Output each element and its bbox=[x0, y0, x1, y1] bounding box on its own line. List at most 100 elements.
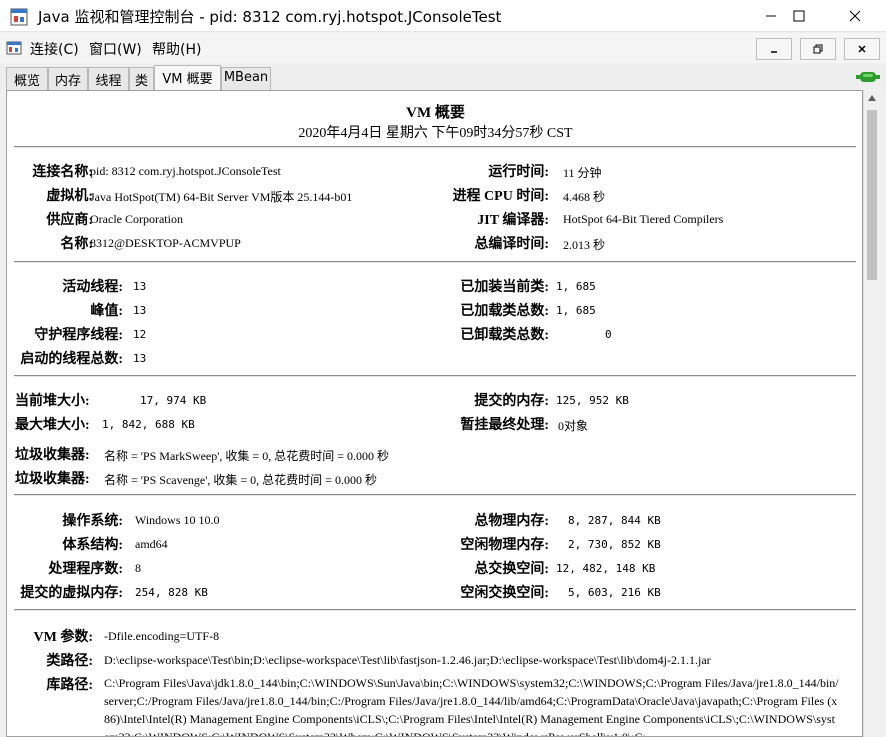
live-threads-label: 活动线程: bbox=[62, 280, 123, 295]
total-classes-unloaded-label: 已卸载类总数: bbox=[460, 328, 549, 343]
gc-value: 名称 = 'PS MarkSweep', 收集 = 0, 总花费时间 = 0.0… bbox=[104, 449, 389, 463]
daemon-threads-label: 守护程序线程: bbox=[34, 328, 123, 343]
vm-value: Java HotSpot(TM) 64-Bit Server VM版本 25.1… bbox=[90, 190, 353, 204]
summary-timestamp: 2020年4月4日 星期六 下午09时34分57秒 CST bbox=[298, 126, 573, 141]
uptime-value: 11 分钟 bbox=[563, 166, 602, 180]
architecture-label: 体系结构: bbox=[62, 538, 123, 553]
free-swap-space-value: 5, 603, 216 KB bbox=[568, 586, 661, 599]
section-divider bbox=[14, 609, 856, 611]
live-threads-value: 13 bbox=[133, 280, 147, 293]
tab-mbean[interactable]: MBean bbox=[221, 67, 271, 90]
library-path-label: 库路径: bbox=[46, 678, 93, 693]
total-swap-space-label: 总交换空间: bbox=[474, 562, 549, 577]
scroll-up-arrow-icon[interactable] bbox=[867, 94, 877, 102]
gc-label: 垃圾收集器: bbox=[15, 472, 90, 487]
total-physical-memory-label: 总物理内存: bbox=[474, 514, 549, 529]
pending-finalization-value: 0对象 bbox=[558, 419, 589, 433]
processors-value: 8 bbox=[135, 561, 141, 575]
tab-bar: 概览 内存 线程 类 VM 概要 MBean bbox=[0, 64, 886, 91]
current-classes-loaded-value: 1, 685 bbox=[556, 280, 596, 293]
connection-name-value: pid: 8312 com.ryj.hotspot.JConsoleTest bbox=[90, 164, 281, 178]
total-compile-time-value: 2.013 秒 bbox=[563, 238, 606, 252]
vm-summary-panel: VM 概要 2020年4月4日 星期六 下午09时34分57秒 CST 连接名称… bbox=[6, 90, 863, 737]
committed-memory-label: 提交的内存: bbox=[474, 394, 549, 409]
max-heap-size-value: 1, 842, 688 KB bbox=[102, 418, 195, 431]
frame-minimize-button[interactable] bbox=[756, 38, 792, 60]
minimize-icon bbox=[771, 51, 777, 53]
section-divider bbox=[14, 375, 856, 377]
committed-memory-value: 125, 952 KB bbox=[556, 394, 629, 407]
vendor-label: 供应商: bbox=[46, 213, 93, 228]
window-close-button[interactable] bbox=[832, 0, 878, 32]
daemon-threads-value: 12 bbox=[133, 328, 147, 341]
tab-overview[interactable]: 概览 bbox=[6, 67, 48, 90]
os-value: Windows 10 10.0 bbox=[135, 513, 220, 527]
close-icon bbox=[849, 10, 861, 22]
library-path-value: C:\Program Files\Java\jdk1.8.0_144\bin;C… bbox=[104, 676, 839, 737]
max-heap-size-label: 最大堆大小: bbox=[15, 418, 90, 433]
vendor-value: Oracle Corporation bbox=[90, 212, 183, 226]
total-physical-memory-value: 8, 287, 844 KB bbox=[568, 514, 661, 527]
peak-threads-label: 峰值: bbox=[90, 304, 123, 319]
current-heap-size-value: 17, 974 KB bbox=[140, 394, 207, 407]
window-maximize-button[interactable] bbox=[776, 0, 822, 32]
class-path-value: D:\eclipse-workspace\Test\bin;D:\eclipse… bbox=[104, 653, 711, 667]
free-physical-memory-label: 空闲物理内存: bbox=[460, 538, 549, 553]
processors-label: 处理程序数: bbox=[48, 562, 123, 577]
vm-label: 虚拟机: bbox=[46, 189, 93, 204]
total-compile-time-label: 总编译时间: bbox=[474, 237, 549, 252]
process-cpu-time-value: 4.468 秒 bbox=[563, 190, 606, 204]
jit-compiler-value: HotSpot 64-Bit Tiered Compilers bbox=[563, 212, 724, 226]
free-swap-space-label: 空闲交换空间: bbox=[460, 586, 549, 601]
gc-label: 垃圾收集器: bbox=[15, 448, 90, 463]
internal-frame-icon[interactable] bbox=[6, 40, 22, 56]
scrollbar-thumb[interactable] bbox=[867, 110, 877, 280]
restore-icon bbox=[813, 44, 823, 54]
window-title-bar: Java 监视和管理控制台 - pid: 8312 com.ryj.hotspo… bbox=[0, 0, 886, 32]
peak-threads-value: 13 bbox=[133, 304, 147, 317]
architecture-value: amd64 bbox=[135, 537, 168, 551]
connection-name-label: 连接名称: bbox=[32, 165, 93, 180]
section-divider bbox=[14, 146, 856, 148]
tab-threads[interactable]: 线程 bbox=[88, 67, 129, 90]
total-started-threads-label: 启动的线程总数: bbox=[20, 352, 123, 367]
menu-help[interactable]: 帮助(H) bbox=[152, 39, 201, 59]
connection-plug-icon bbox=[856, 72, 880, 82]
frame-close-button[interactable] bbox=[844, 38, 880, 60]
total-classes-loaded-value: 1, 685 bbox=[556, 304, 596, 317]
maximize-icon bbox=[793, 10, 805, 22]
close-icon bbox=[858, 45, 866, 53]
java-cup-icon bbox=[10, 8, 28, 26]
class-path-label: 类路径: bbox=[46, 654, 93, 669]
pending-finalization-label: 暂挂最终处理: bbox=[460, 418, 549, 433]
os-label: 操作系统: bbox=[62, 514, 123, 529]
section-divider bbox=[14, 494, 856, 496]
process-cpu-time-label: 进程 CPU 时间: bbox=[452, 189, 549, 204]
vm-arguments-label: VM 参数: bbox=[33, 630, 94, 645]
total-classes-loaded-label: 已加载类总数: bbox=[460, 304, 549, 319]
total-started-threads-value: 13 bbox=[133, 352, 147, 365]
menu-window[interactable]: 窗口(W) bbox=[89, 39, 142, 59]
committed-virtual-memory-label: 提交的虚拟内存: bbox=[20, 586, 123, 601]
free-physical-memory-value: 2, 730, 852 KB bbox=[568, 538, 661, 551]
menu-bar: 连接(C) 窗口(W) 帮助(H) bbox=[0, 33, 886, 63]
current-heap-size-label: 当前堆大小: bbox=[15, 394, 90, 409]
name-value: 8312@DESKTOP-ACMVPUP bbox=[90, 236, 241, 250]
vertical-scrollbar[interactable] bbox=[863, 90, 880, 737]
menu-connection[interactable]: 连接(C) bbox=[30, 39, 79, 59]
committed-virtual-memory-value: 254, 828 KB bbox=[135, 586, 208, 599]
total-swap-space-value: 12, 482, 148 KB bbox=[556, 562, 656, 575]
tab-classes[interactable]: 类 bbox=[129, 67, 154, 90]
section-divider bbox=[14, 261, 856, 263]
tab-memory[interactable]: 内存 bbox=[48, 67, 88, 90]
gc-value: 名称 = 'PS Scavenge', 收集 = 0, 总花费时间 = 0.00… bbox=[104, 473, 377, 487]
uptime-label: 运行时间: bbox=[488, 165, 549, 180]
window-title: Java 监视和管理控制台 - pid: 8312 com.ryj.hotspo… bbox=[38, 8, 502, 26]
summary-title: VM 概要 bbox=[406, 105, 465, 121]
tab-vm-summary[interactable]: VM 概要 bbox=[154, 65, 221, 91]
name-label: 名称: bbox=[60, 237, 93, 252]
current-classes-loaded-label: 已加装当前类: bbox=[460, 280, 549, 295]
frame-restore-button[interactable] bbox=[800, 38, 836, 60]
total-classes-unloaded-value: 0 bbox=[605, 328, 612, 341]
vm-arguments-value: -Dfile.encoding=UTF-8 bbox=[104, 629, 220, 643]
